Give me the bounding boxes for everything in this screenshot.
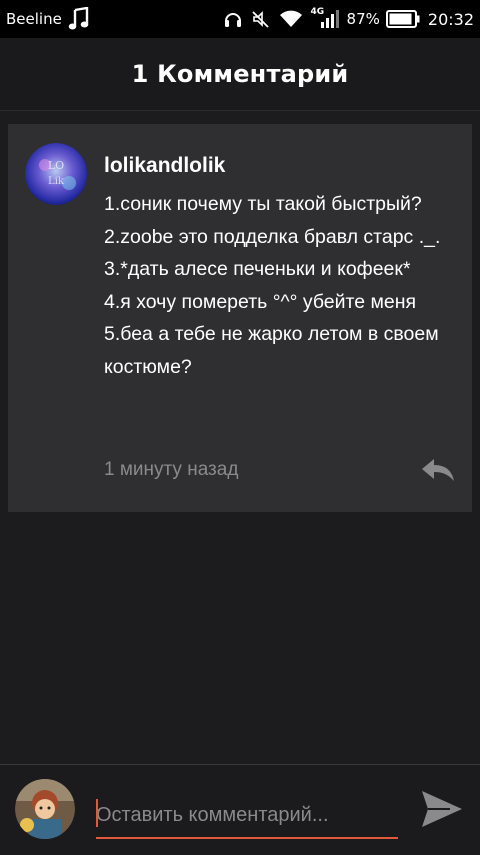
reply-button[interactable]	[420, 457, 456, 483]
signal-icon: 4G	[311, 7, 339, 29]
reply-icon	[422, 459, 454, 481]
comment-body: 1.соник почему ты такой быстрый? 2.zoobe…	[104, 188, 456, 383]
battery-status: 87%	[347, 10, 420, 28]
app-header: 1 Комментарий	[0, 38, 480, 111]
page-title: 1 Комментарий	[131, 60, 349, 88]
send-button[interactable]	[420, 789, 464, 829]
send-icon	[422, 791, 462, 827]
wifi-icon	[279, 9, 303, 29]
mute-icon	[251, 9, 271, 29]
commenter-avatar[interactable]: LO Lik	[25, 143, 87, 205]
status-bar: Beeline 4G 87% 20:32	[0, 0, 480, 38]
carrier-label: Beeline	[6, 10, 62, 28]
comment-line: 3.*дать алесе печеньки и кофеек*	[104, 258, 411, 280]
svg-text:Lik: Lik	[48, 176, 65, 187]
headphones-icon	[223, 9, 243, 29]
battery-icon	[385, 10, 420, 28]
comment-line: 4.я хочу помереть °^° убейте меня	[104, 290, 417, 313]
comment-line: 5.беа а тебе не жарко летом в своем кост…	[104, 323, 439, 378]
comment-input[interactable]	[96, 793, 398, 839]
comment-input-bar	[0, 764, 480, 855]
comment-line: 1.соник почему ты такой быстрый?	[104, 193, 422, 215]
commenter-username[interactable]: lolikandlolik	[104, 154, 225, 178]
clock: 20:32	[427, 9, 474, 29]
comment-card: LO Lik lolikandlolik 1.соник почему ты т…	[8, 124, 472, 512]
battery-percent: 87%	[346, 10, 380, 28]
comment-timestamp: 1 минуту назад	[104, 459, 239, 480]
comment-line: 2.zoobe это подделка бравл старс ._.	[104, 225, 441, 248]
music-note-icon	[68, 7, 90, 31]
svg-text:LO: LO	[48, 159, 64, 172]
text-cursor	[96, 799, 98, 827]
current-user-avatar	[15, 779, 75, 839]
